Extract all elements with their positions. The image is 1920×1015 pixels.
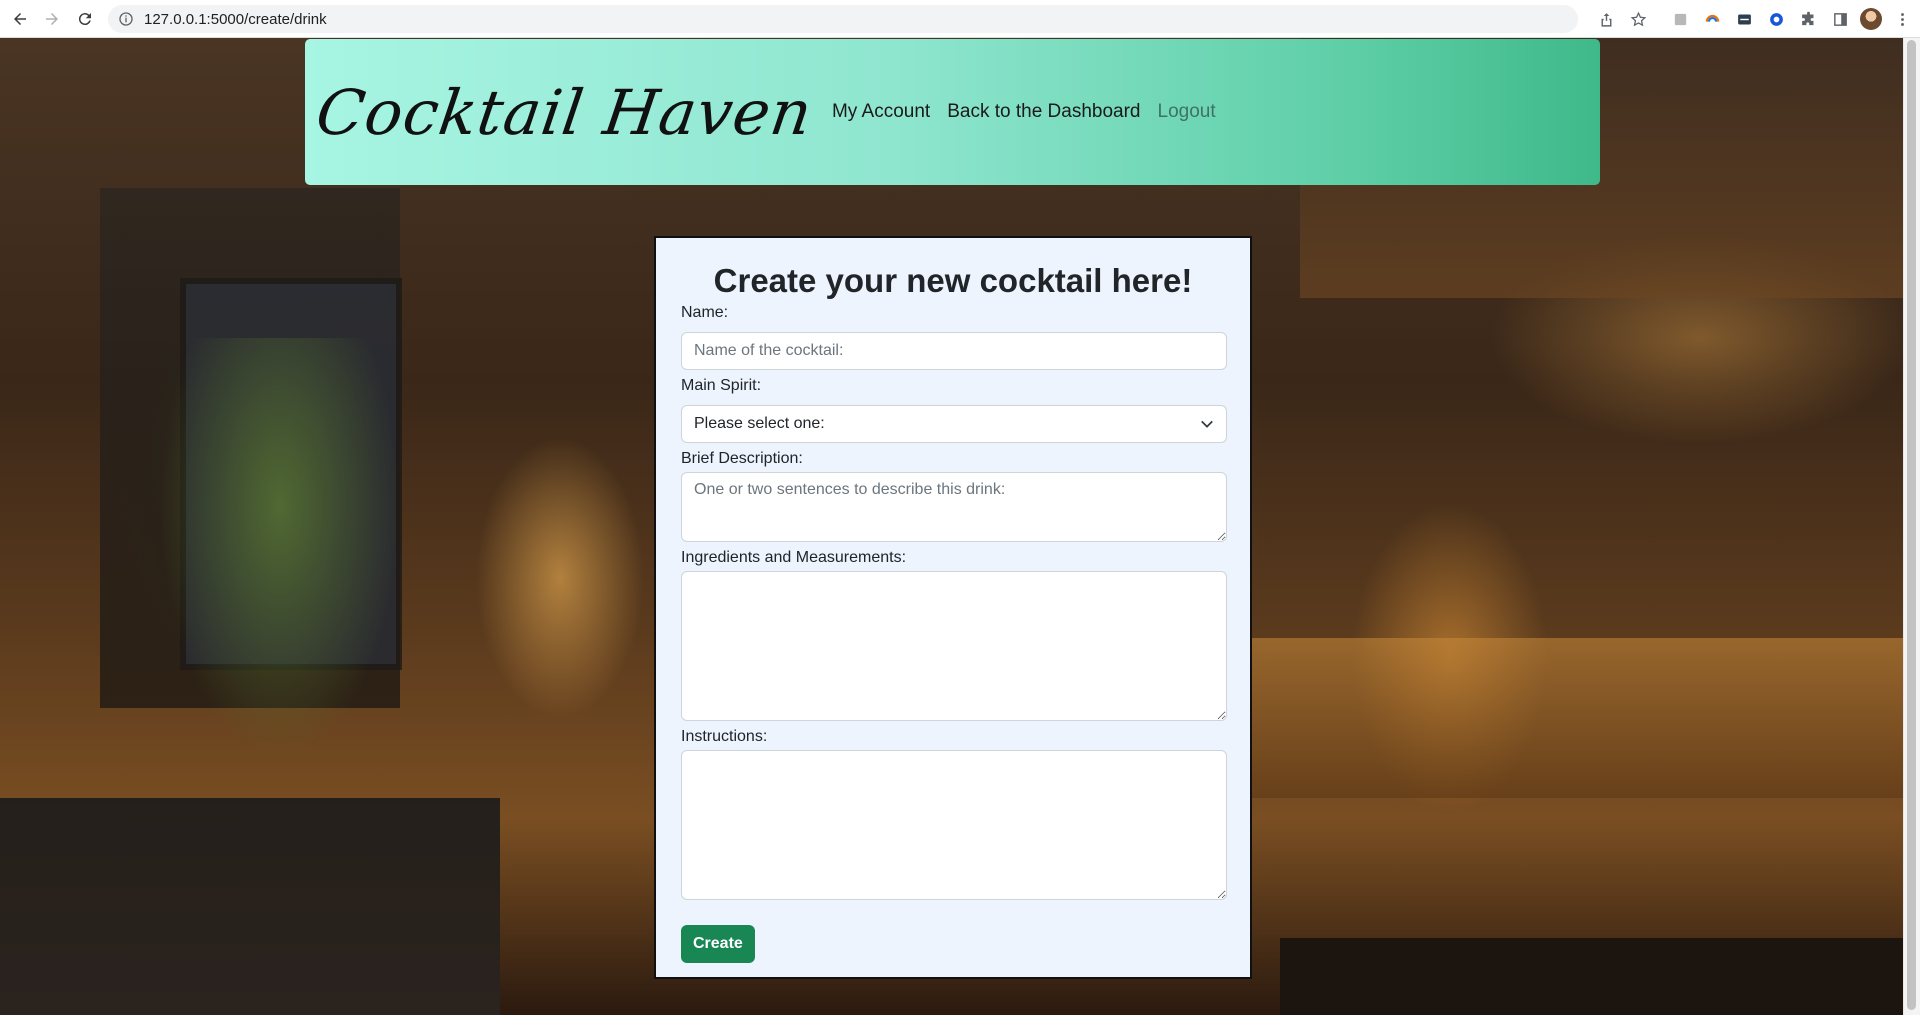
ingredients-label: Ingredients and Measurements: [681,549,907,566]
site-logo[interactable]: Cocktail Haven [312,76,817,149]
browser-extension-area [1586,7,1920,31]
main-spirit-select-wrapper: Please select one: [681,405,1227,443]
bar-shelves [1250,638,1904,798]
chevron-down-icon [1201,420,1213,428]
forward-arrow-icon[interactable] [40,7,64,31]
address-bar[interactable]: 127.0.0.1:5000/create/drink [108,5,1578,33]
main-nav: My Account Back to the Dashboard Logout [832,101,1233,123]
ingredients-textarea[interactable] [681,571,1227,721]
reload-icon[interactable] [73,7,97,31]
main-spirit-label: Main Spirit: [681,377,762,394]
extension-dark-icon[interactable] [1732,7,1756,31]
extensions-puzzle-icon[interactable] [1796,7,1820,31]
main-spirit-select[interactable]: Please select one: [681,405,1227,443]
bar-counter [1280,938,1904,1015]
create-button[interactable]: Create [681,925,755,963]
extension-blue-circle-icon[interactable] [1764,7,1788,31]
extension-rainbow-icon[interactable] [1700,7,1724,31]
main-spirit-selected-value: Please select one: [694,415,825,432]
browser-toolbar: 127.0.0.1:5000/create/drink [0,0,1920,38]
nav-dashboard[interactable]: Back to the Dashboard [947,101,1140,123]
instructions-label: Instructions: [681,728,768,745]
name-input[interactable] [681,332,1227,370]
profile-avatar[interactable] [1860,8,1882,30]
page-scrollbar[interactable] [1903,38,1920,1015]
side-panel-icon[interactable] [1828,7,1852,31]
site-header: Cocktail Haven My Account Back to the Da… [305,39,1600,185]
railing [0,798,500,1015]
create-drink-form: Create your new cocktail here! Name: Mai… [654,236,1252,979]
url-text: 127.0.0.1:5000/create/drink [144,10,327,28]
plant [160,338,400,758]
extension-grey-icon[interactable] [1668,7,1692,31]
description-textarea[interactable] [681,472,1227,542]
nav-my-account[interactable]: My Account [832,101,930,123]
description-label: Brief Description: [681,450,803,467]
form-title: Create your new cocktail here! [713,262,1193,299]
more-menu-icon[interactable] [1890,7,1914,31]
back-arrow-icon[interactable] [8,7,32,31]
share-icon[interactable] [1594,7,1618,31]
scrollbar-thumb[interactable] [1907,40,1916,1010]
bookmark-star-icon[interactable] [1626,7,1650,31]
nav-logout[interactable]: Logout [1158,101,1216,123]
instructions-textarea[interactable] [681,750,1227,900]
site-info-icon[interactable] [118,11,134,27]
name-label: Name: [681,304,729,321]
